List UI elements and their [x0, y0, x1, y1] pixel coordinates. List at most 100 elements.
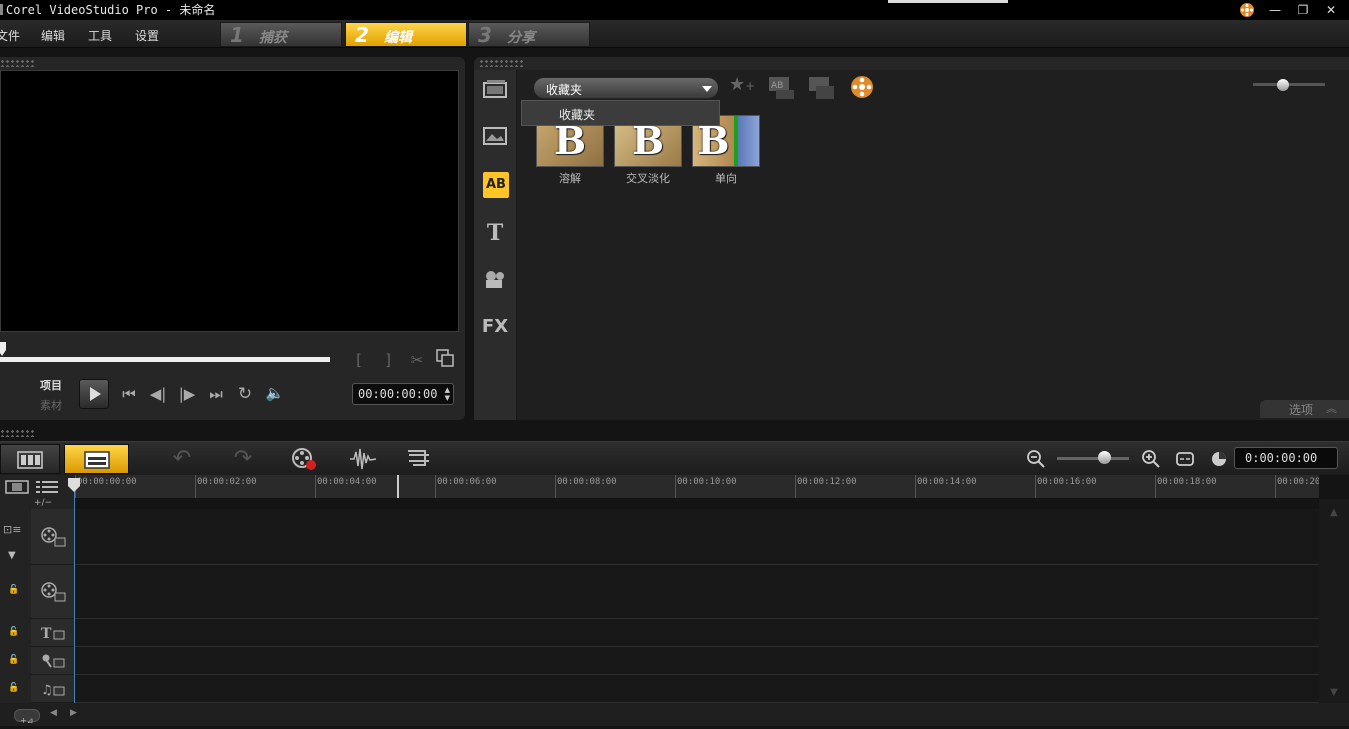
home-icon[interactable]: ⏮	[118, 385, 140, 403]
zoom-slider-knob[interactable]	[1098, 451, 1111, 464]
panel-grip[interactable]	[479, 59, 525, 67]
music-track[interactable]	[75, 675, 1319, 703]
add-remove-chapter-toggle[interactable]: +/−	[34, 498, 52, 508]
menu-settings[interactable]: 设置	[135, 27, 159, 44]
enlarge-icon[interactable]	[434, 349, 456, 371]
scrub-bar[interactable]	[0, 357, 330, 362]
thumbnail-size-slider[interactable]	[1253, 83, 1325, 86]
scroll-down-icon[interactable]: ▼	[1330, 687, 1338, 698]
volume-icon[interactable]: 🔈	[264, 384, 286, 402]
title-search-box[interactable]	[888, 0, 1008, 3]
overlay-track[interactable]	[75, 565, 1319, 619]
timeline-ruler[interactable]: 00:00:00:00 00:00:02:00 00:00:04:00 00:00:0…	[75, 475, 1319, 499]
sound-mixer-icon[interactable]	[348, 444, 378, 474]
title-track-header[interactable]: T	[31, 619, 75, 647]
step-share-tab[interactable]: 3 分享	[468, 22, 590, 47]
svg-text:♫: ♫	[41, 683, 53, 698]
options-label: 选项	[1289, 403, 1314, 417]
ruler-tick	[315, 475, 316, 498]
timecode-spinner[interactable]: ▲ ▼	[445, 386, 450, 402]
ruler-tick	[1155, 475, 1156, 498]
dropdown-option-favorites[interactable]: 收藏夹	[559, 106, 595, 123]
filter-icon[interactable]: FX	[480, 316, 510, 342]
menu-file[interactable]: 文件	[0, 27, 20, 44]
undo-icon[interactable]: ↶	[168, 444, 196, 474]
thumbnail-size-knob[interactable]	[1277, 79, 1289, 91]
storyboard-view-button[interactable]	[0, 444, 60, 474]
next-frame-icon[interactable]: |▶	[176, 385, 198, 403]
library-folder-select[interactable]: 收藏夹	[533, 77, 719, 99]
reel-icon[interactable]	[1237, 2, 1257, 18]
lock-all-icon[interactable]: ⊡≡	[3, 523, 21, 536]
scroll-up-icon[interactable]: ▲	[1330, 507, 1338, 518]
fit-project-icon[interactable]	[1173, 444, 1197, 474]
add-to-favorites-icon[interactable]: ★+	[729, 74, 757, 100]
zoom-in-icon[interactable]	[1139, 444, 1163, 474]
title-icon[interactable]: T	[480, 220, 510, 246]
mode-clip-label[interactable]: 素材	[40, 397, 62, 413]
transition-icon[interactable]: AB	[483, 172, 509, 198]
previous-frame-icon[interactable]: ◀|	[147, 385, 169, 403]
project-duration-icon[interactable]	[1207, 444, 1231, 474]
zoom-slider[interactable]	[1057, 457, 1129, 460]
options-toggle[interactable]: 选项 ︽	[1260, 400, 1349, 418]
timeline-timecode[interactable]: 0:00:00:00	[1234, 447, 1338, 469]
end-icon[interactable]: ⏭	[205, 385, 227, 403]
menu-tools[interactable]: 工具	[88, 27, 112, 44]
scroll-right-icon[interactable]: ▶	[70, 708, 77, 718]
lock-icon[interactable]: 🔓	[8, 655, 19, 665]
lock-icon[interactable]: 🔓	[8, 627, 19, 637]
mode-project-label[interactable]: 项目	[40, 377, 62, 393]
panel-grip[interactable]	[0, 59, 36, 67]
step-number: 2	[355, 23, 369, 47]
restore-icon[interactable]: ❐	[1293, 2, 1313, 18]
preview-screen	[0, 70, 459, 332]
voice-track-header[interactable]	[31, 647, 75, 675]
media-library-icon[interactable]	[480, 78, 510, 104]
music-track-header[interactable]: ♫	[31, 675, 75, 703]
title-track[interactable]	[75, 619, 1319, 647]
transition-label-wipe: 单向	[715, 172, 737, 185]
step-edit-tab[interactable]: 2 编辑	[345, 22, 467, 47]
timeline-grip[interactable]	[0, 429, 36, 437]
preview-timecode[interactable]: 00:00:00:00 ▲ ▼	[352, 383, 454, 405]
mark-in-icon[interactable]: [	[352, 351, 366, 369]
record-capture-icon[interactable]	[289, 444, 319, 474]
zoom-out-icon[interactable]	[1024, 444, 1048, 474]
close-icon[interactable]: ✕	[1321, 2, 1341, 18]
repeat-icon[interactable]: ↻	[234, 384, 256, 404]
scroll-left-icon[interactable]: ◀	[50, 708, 57, 718]
graphic-icon[interactable]	[480, 268, 510, 294]
play-button[interactable]	[79, 379, 109, 409]
step-capture-tab[interactable]: 1 捕获	[220, 22, 342, 47]
video-track[interactable]	[75, 509, 1319, 565]
step-label: 分享	[507, 30, 535, 46]
scrub-handle[interactable]	[0, 341, 6, 356]
chevron-down-icon	[702, 86, 712, 92]
voice-track[interactable]	[75, 647, 1319, 675]
track-manager-icon[interactable]	[35, 479, 59, 495]
minimize-icon[interactable]: —	[1265, 2, 1285, 18]
chevron-down-icon[interactable]: ▼	[8, 550, 16, 561]
mark-out-icon[interactable]: ]	[381, 351, 395, 369]
lock-icon[interactable]: 🔓	[8, 585, 19, 595]
redo-icon[interactable]: ↷	[229, 444, 257, 474]
apply-transition-overlay-icon[interactable]	[808, 76, 836, 100]
add-track-button[interactable]: +⊿	[14, 709, 40, 725]
lock-icon[interactable]: 🔓	[8, 683, 19, 693]
library-sidebar: AB T FX	[474, 70, 517, 420]
timeline-vertical-scrollbar[interactable]: ▲ ▼	[1319, 499, 1349, 703]
overlay-track-header[interactable]	[31, 565, 75, 619]
menu-edit[interactable]: 编辑	[41, 27, 65, 44]
film-strip-icon[interactable]	[5, 479, 29, 495]
svg-text:AB: AB	[771, 81, 783, 91]
instant-project-icon[interactable]	[480, 125, 510, 151]
timeline-view-button[interactable]	[64, 444, 129, 474]
playhead-marker[interactable]	[68, 477, 80, 492]
video-track-header[interactable]	[31, 509, 75, 565]
ruler-tick-label: 00:00:06:00	[437, 477, 497, 487]
scissors-icon[interactable]: ✂	[407, 351, 427, 369]
reel-icon[interactable]	[850, 75, 874, 99]
auto-music-icon[interactable]	[404, 444, 434, 474]
apply-transition-video-icon[interactable]: AB	[768, 76, 796, 100]
